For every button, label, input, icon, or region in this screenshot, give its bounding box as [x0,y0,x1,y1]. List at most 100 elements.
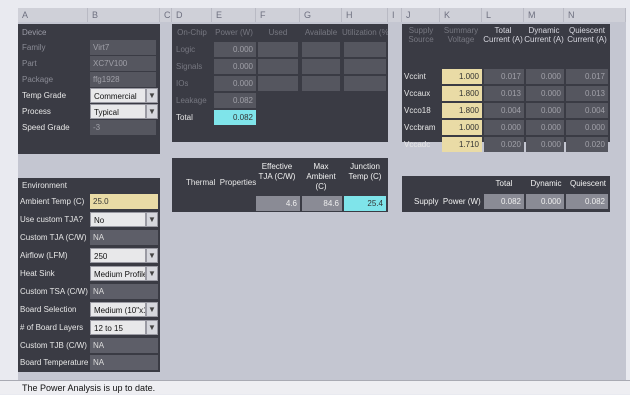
ambient-temp-input[interactable]: 25.0 [90,194,158,209]
supply-total-current: 0.017 [484,69,524,84]
supply-voltage[interactable]: 1.000 [442,69,482,84]
board-temperature-value: NA [90,355,158,370]
family-value: Virt7 [90,40,156,55]
effective-tja-value: 4.6 [256,196,300,211]
supply-power-total: 0.082 [484,194,524,209]
supply-power-panel: Total Dynamic Quiescent Supply Power (W)… [402,176,610,212]
temp-grade-select[interactable]: Commercial [90,88,146,103]
column-header[interactable]: F [256,8,300,22]
environment-panel: Environment Ambient Temp (C) 25.0 Use cu… [18,178,160,372]
column-header[interactable]: M [524,8,564,22]
supply-power-total-header: Total [495,179,513,188]
column-header[interactable]: H [342,8,388,22]
supply-dynamic-current: 0.000 [526,103,564,118]
junction-temp-header: Junction Temp (C) [348,162,382,181]
ambient-temp-label: Ambient Temp (C) [20,197,85,206]
supply-total-current: 0.013 [484,86,524,101]
dynamic-current-header: Dynamic Current (A) [524,26,564,44]
supply-dynamic-current: 0.000 [526,120,564,135]
supply-quiescent-current: 0.000 [566,120,608,135]
column-header[interactable]: N [564,8,626,22]
thermal-label: Thermal Properties [186,178,257,187]
signals-power: 0.000 [214,59,256,74]
chevron-down-icon[interactable]: ▼ [146,248,158,263]
max-ambient-value: 84.6 [302,196,342,211]
supply-voltage[interactable]: 1.800 [442,103,482,118]
chevron-down-icon[interactable]: ▼ [146,266,158,281]
logic-power: 0.000 [214,42,256,57]
supply-voltage[interactable]: 1.000 [442,120,482,135]
custom-tja-value: NA [90,230,158,245]
summary-voltage-header: Summary Voltage [443,26,479,44]
signals-used [258,59,298,74]
column-header[interactable]: L [482,8,524,22]
supply-quiescent-current: 0.013 [566,86,608,101]
onchip-panel: On-Chip Power (W) Used Available Utiliza… [172,24,388,142]
column-header[interactable]: G [300,8,342,22]
column-header[interactable]: E [212,8,256,22]
supply-quiescent-current: 0.020 [566,137,608,152]
column-header[interactable]: J [402,8,440,22]
signals-label: Signals [176,62,203,71]
speed-grade-label: Speed Grade [22,123,70,132]
custom-tjb-label: Custom TJB (C/W) [20,341,87,350]
heat-sink-label: Heat Sink [20,269,55,278]
column-header[interactable]: B [88,8,160,22]
supply-total-current: 0.020 [484,137,524,152]
signals-available [302,59,340,74]
supply-total-current: 0.004 [484,103,524,118]
speed-grade-value: -3 [90,120,156,135]
column-header[interactable]: A [18,8,88,22]
chevron-down-icon[interactable]: ▼ [146,88,158,103]
total-current-header: Total Current (A) [483,26,523,44]
column-header[interactable]: D [172,8,212,22]
device-header: Device [22,28,47,37]
part-value: XC7V100 [90,56,156,71]
chevron-down-icon[interactable]: ▼ [146,212,158,227]
ios-used [258,76,298,91]
column-header[interactable]: C [160,8,172,22]
logic-label: Logic [176,45,196,54]
use-custom-tja-select[interactable]: No [90,212,146,227]
supply-source: Vccaux [404,89,431,98]
ios-available [302,76,340,91]
supply-total-current: 0.000 [484,120,524,135]
total-label: Total [176,113,193,122]
supply-quiescent-current: 0.017 [566,69,608,84]
supply-power-label: Supply Power (W) [414,197,481,206]
column-header[interactable]: I [388,8,402,22]
ios-label: IOs [176,79,189,88]
airflow-label: Airflow (LFM) [20,251,68,260]
supply-source: Vccint [404,72,426,81]
total-power-value: 0.082 [214,110,256,125]
supply-power-quiescent-header: Quiescent [569,179,607,188]
signals-util [344,59,386,74]
supply-power-quiescent: 0.082 [566,194,608,209]
thermal-panel: Thermal Properties Effective TJA (C/W) M… [172,158,388,212]
available-header: Available [304,28,338,37]
supply-voltage[interactable]: 1.710 [442,137,482,152]
board-layers-select[interactable]: 12 to 15 [90,320,146,335]
board-selection-label: Board Selection [20,305,77,314]
custom-tsa-label: Custom TSA (C/W) [20,287,88,296]
logic-util [344,42,386,57]
board-selection-select[interactable]: Medium (10"x10") [90,302,146,317]
board-layers-label: # of Board Layers [20,323,84,332]
heat-sink-select[interactable]: Medium Profile [90,266,146,281]
supply-voltage[interactable]: 1.800 [442,86,482,101]
effective-tja-header: Effective TJA (C/W) [258,162,296,181]
quiescent-current-header: Quiescent Current (A) [567,26,607,44]
custom-tsa-value: NA [90,284,158,299]
environment-header: Environment [22,181,67,190]
column-header[interactable]: K [440,8,482,22]
supply-dynamic-current: 0.000 [526,137,564,152]
ios-power: 0.000 [214,76,256,91]
airflow-select[interactable]: 250 [90,248,146,263]
process-select[interactable]: Typical [90,104,146,119]
chevron-down-icon[interactable]: ▼ [146,302,158,317]
chevron-down-icon[interactable]: ▼ [146,104,158,119]
supply-source: Vccadc [404,140,431,149]
junction-temp-value: 25.4 [344,196,386,211]
supply-dynamic-current: 0.000 [526,69,564,84]
chevron-down-icon[interactable]: ▼ [146,320,158,335]
